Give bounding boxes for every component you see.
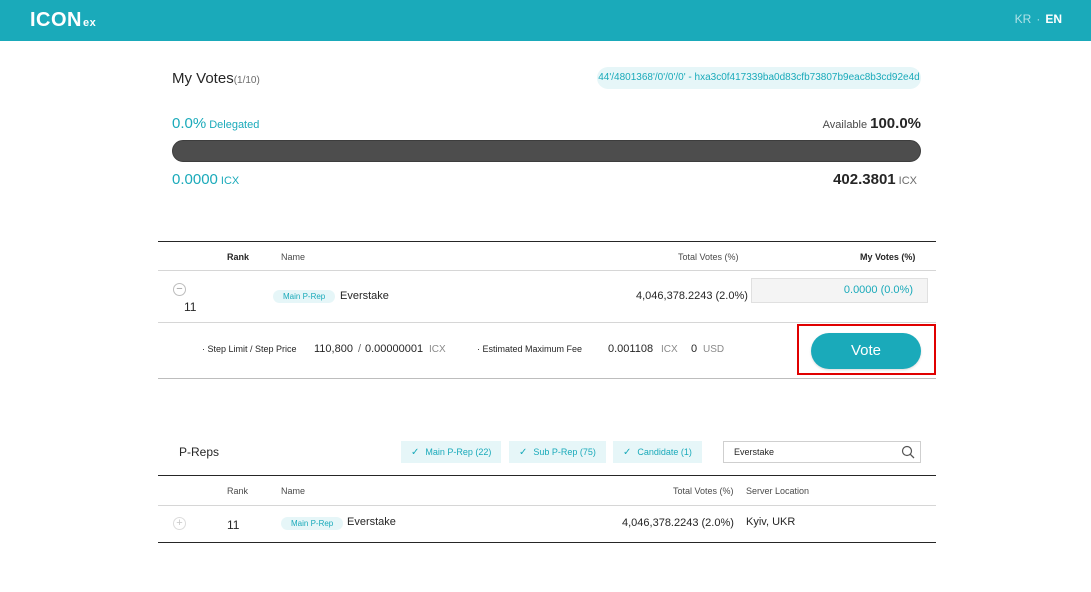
main-prep-badge: Main P-Rep bbox=[281, 517, 344, 530]
filter-main-prep-label: Main P-Rep (22) bbox=[425, 447, 492, 457]
estimated-fee-usd-unit: USD bbox=[703, 344, 725, 355]
available-icx-value: 402.3801 bbox=[833, 171, 896, 188]
votes-row-divider bbox=[158, 322, 936, 323]
votes-row-name: Everstake bbox=[340, 290, 389, 302]
my-votes-label: My Votes bbox=[172, 70, 234, 87]
delegated-summary: 0.0% Delegated bbox=[172, 115, 259, 133]
preps-row-location: Kyiv, UKR bbox=[746, 516, 796, 528]
delegation-progress-bar bbox=[172, 140, 921, 162]
preps-row-name[interactable]: Everstake bbox=[347, 516, 396, 528]
votes-header-name: Name bbox=[281, 252, 306, 262]
check-icon: ✓ bbox=[519, 447, 528, 458]
my-votes-count: (1/10) bbox=[233, 75, 260, 86]
estimated-fee-value: 0.001108 bbox=[608, 343, 654, 355]
step-price-unit: ICX bbox=[429, 344, 446, 355]
lang-kr-link[interactable]: KR bbox=[1015, 12, 1032, 26]
delegated-label: Delegated bbox=[209, 119, 260, 131]
expand-plus-icon[interactable]: + bbox=[173, 517, 186, 530]
vote-button[interactable]: Vote bbox=[811, 333, 921, 369]
lang-separator: · bbox=[1036, 12, 1041, 26]
language-switch: KR · EN bbox=[1015, 12, 1062, 26]
preps-header-total: Total Votes (%) bbox=[673, 486, 734, 496]
lang-en-link[interactable]: EN bbox=[1045, 12, 1062, 26]
preps-title: P-Reps bbox=[179, 445, 220, 459]
search-icon[interactable] bbox=[901, 445, 915, 459]
available-summary: Available 100.0% bbox=[823, 115, 921, 133]
icon-ex-logo[interactable]: ICONex bbox=[30, 9, 96, 32]
delegated-percent: 0.0% bbox=[172, 115, 207, 132]
top-bar: ICONex KR · EN bbox=[0, 0, 1091, 41]
filter-main-prep[interactable]: ✓ Main P-Rep (22) bbox=[401, 441, 502, 463]
votes-table-top-border bbox=[158, 241, 936, 242]
delegated-icx: 0.0000 ICX bbox=[172, 171, 239, 189]
preps-header-rank: Rank bbox=[227, 486, 249, 496]
estimated-fee-unit: ICX bbox=[661, 344, 678, 355]
votes-header-divider bbox=[158, 270, 936, 271]
prep-search-input[interactable] bbox=[734, 442, 894, 462]
my-votes-title: My Votes(1/10) bbox=[172, 70, 260, 87]
check-icon: ✓ bbox=[623, 447, 632, 458]
preps-header-divider bbox=[158, 505, 936, 506]
votes-header-rank: Rank bbox=[227, 252, 250, 262]
preps-table-top-border bbox=[158, 475, 936, 476]
preps-header-location: Server Location bbox=[746, 486, 810, 496]
check-icon: ✓ bbox=[411, 447, 420, 458]
my-votes-input[interactable]: 0.0000 (0.0%) bbox=[751, 278, 928, 303]
collapse-minus-icon[interactable]: − bbox=[173, 283, 186, 296]
preps-table-bottom-border bbox=[158, 542, 936, 543]
votes-row-total: 4,046,378.2243 (2.0%) bbox=[636, 290, 748, 302]
step-price-value: 0.00000001 bbox=[365, 343, 424, 355]
estimated-fee-usd: 0 bbox=[691, 343, 698, 355]
available-percent: 100.0% bbox=[870, 115, 921, 132]
preps-row-rank: 11 bbox=[227, 518, 240, 532]
delegated-icx-value: 0.0000 bbox=[172, 171, 218, 188]
prep-search-box bbox=[723, 441, 921, 463]
votes-bottom-divider bbox=[158, 378, 936, 379]
filter-candidate-label: Candidate (1) bbox=[637, 447, 692, 457]
step-separator: / bbox=[358, 343, 362, 355]
step-limit-value: 110,800 bbox=[314, 343, 353, 355]
logo-main: ICON bbox=[30, 9, 82, 31]
votes-header-my-votes: My Votes (%) bbox=[860, 252, 916, 262]
preps-header-name: Name bbox=[281, 486, 306, 496]
preps-row-total: 4,046,378.2243 (2.0%) bbox=[622, 517, 734, 529]
filter-sub-prep-label: Sub P-Rep (75) bbox=[533, 447, 596, 457]
available-icx-unit: ICX bbox=[898, 175, 917, 187]
filter-candidate[interactable]: ✓ Candidate (1) bbox=[613, 441, 702, 463]
available-icx: 402.3801 ICX bbox=[833, 171, 917, 189]
votes-row-rank: 11 bbox=[184, 300, 197, 314]
estimated-fee-label: · Estimated Maximum Fee bbox=[477, 344, 583, 354]
step-limit-label: · Step Limit / Step Price bbox=[202, 344, 297, 354]
filter-sub-prep[interactable]: ✓ Sub P-Rep (75) bbox=[509, 441, 606, 463]
logo-sub: ex bbox=[83, 17, 97, 29]
votes-header-total: Total Votes (%) bbox=[678, 252, 739, 262]
delegated-icx-unit: ICX bbox=[220, 175, 240, 187]
wallet-address-pill: 44'/4801368'/0'/0'/0' - hxa3c0f417339ba0… bbox=[597, 67, 921, 89]
main-prep-badge: Main P-Rep bbox=[273, 290, 336, 303]
available-label: Available bbox=[822, 119, 868, 131]
